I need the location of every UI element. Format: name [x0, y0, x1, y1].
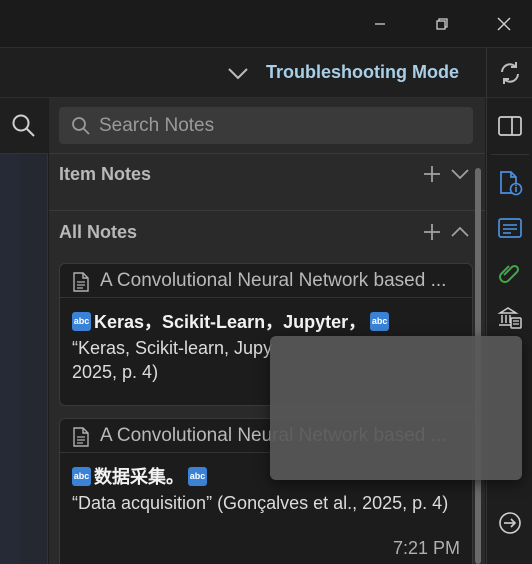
attachments-icon[interactable] — [497, 260, 523, 286]
search-icon — [12, 114, 35, 137]
divider — [491, 154, 529, 155]
item-pane-edge — [0, 98, 48, 564]
libraries-collections-icon[interactable] — [497, 305, 523, 331]
mode-bar: Troubleshooting Mode — [0, 48, 532, 98]
chevron-up-icon[interactable] — [449, 223, 471, 241]
title-bar — [0, 0, 532, 48]
abstract-icon[interactable] — [497, 215, 523, 241]
abc-icon: abc — [370, 311, 390, 331]
chevron-down-icon[interactable] — [449, 165, 471, 183]
abc-icon: abc — [72, 466, 91, 486]
sync-icon[interactable] — [497, 60, 523, 86]
section-title: Item Notes — [59, 164, 152, 184]
locate-icon[interactable] — [497, 510, 523, 536]
section-title: All Notes — [59, 222, 138, 242]
minimize-icon[interactable] — [368, 12, 392, 36]
note-header: A Convolutional Neural Network based ... — [60, 264, 472, 298]
abc-icon: abc — [72, 311, 91, 331]
tag-text: 数据采集。 — [94, 467, 184, 487]
plus-icon[interactable] — [421, 221, 443, 243]
note-tags: abc 数据采集。 abc — [72, 463, 210, 489]
plus-icon[interactable] — [421, 163, 443, 185]
note-timestamp: 7:21 PM — [392, 538, 460, 558]
search-input[interactable] — [99, 107, 459, 144]
right-sidebar — [486, 98, 532, 564]
item-notes-header[interactable]: Item Notes — [59, 161, 475, 191]
notes-pane: Item Notes All Notes A C — [49, 98, 485, 564]
toggle-pane-icon[interactable] — [497, 113, 523, 139]
divider — [49, 153, 485, 154]
document-icon — [73, 427, 89, 447]
tag-text: Keras，Scikit-Learn，Jupyter， — [94, 312, 367, 332]
divider — [49, 210, 485, 211]
item-list-edge — [0, 154, 20, 564]
search-icon — [72, 117, 90, 135]
note-tags: abc Keras，Scikit-Learn，Jupyter， abc — [72, 308, 392, 334]
abc-icon: abc — [188, 466, 207, 486]
divider — [486, 48, 487, 98]
note-quote: “Data acquisition” (Gonçalves et al., 20… — [72, 493, 449, 513]
item-search-button[interactable] — [0, 98, 48, 154]
document-icon — [73, 272, 89, 292]
notes-search-field[interactable] — [59, 107, 473, 144]
all-notes-header[interactable]: All Notes — [59, 219, 475, 249]
troubleshooting-mode-label[interactable]: Troubleshooting Mode — [266, 62, 459, 83]
item-info-icon[interactable] — [497, 170, 523, 196]
restore-icon[interactable] — [430, 12, 454, 36]
close-icon[interactable] — [492, 12, 516, 36]
note-title: A Convolutional Neural Network based ... — [100, 270, 447, 291]
hover-popup — [270, 336, 522, 480]
chevron-down-icon[interactable] — [227, 64, 249, 82]
